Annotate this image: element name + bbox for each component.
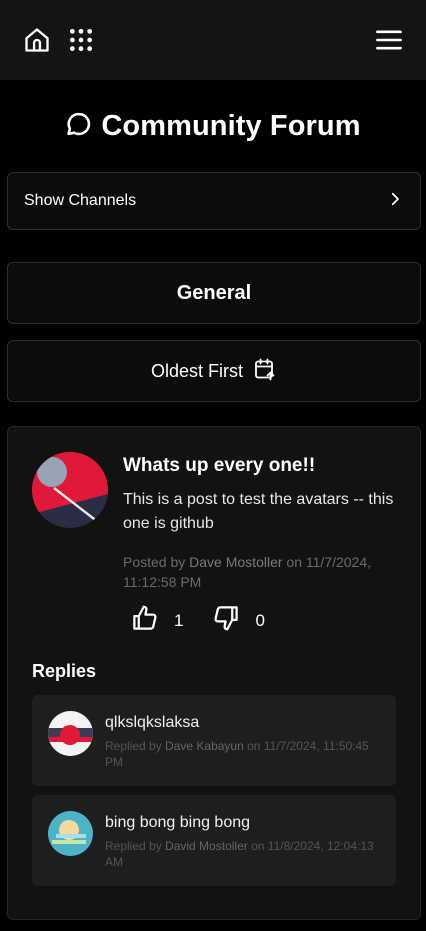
hamburger-menu-icon[interactable] [373,24,405,56]
calendar-arrow-up-icon [253,357,277,386]
channel-name: General [176,281,252,304]
page-title-text: Community Forum [101,109,361,142]
avatar [48,811,93,856]
replied-by-prefix: Replied by [105,839,162,853]
post-card: Whats up every one!! This is a post to t… [7,426,421,920]
vote-controls: 1 0 [130,603,265,638]
chat-bubble-icon [65,110,93,143]
page-title: Community Forum [0,106,426,146]
post-title: Whats up every one!! [123,455,316,476]
reply-body: bing bong bing bong Replied by David Mos… [105,812,385,870]
grid-dots-icon[interactable] [65,24,97,56]
reply-meta: Replied by David Mostoller on 11/8/2024,… [105,838,385,870]
sort-toggle-button[interactable]: Oldest First [7,340,421,402]
thumbs-down-icon [211,603,241,638]
chevron-right-icon [386,190,404,213]
like-count: 1 [174,610,184,630]
reply-body: qlkslqkslaksa Replied by Dave Kabayun on… [105,712,385,770]
posted-by-prefix: Posted by [123,554,186,570]
dislike-count: 0 [255,610,265,630]
reply-author[interactable]: Dave Kabayun [165,739,244,753]
reply-text: qlkslqkslaksa [105,714,200,731]
sort-label: Oldest First [150,360,243,381]
reply-author[interactable]: David Mostoller [165,839,248,853]
reply-item: bing bong bing bong Replied by David Mos… [32,795,396,886]
show-channels-button[interactable]: Show Channels [7,172,421,230]
reply-on-word: on [251,839,265,853]
post-body: Whats up every one!! This is a post to t… [123,453,403,592]
reply-item: qlkslqkslaksa Replied by Dave Kabayun on… [32,695,396,786]
post-author[interactable]: Dave Mostoller [189,554,282,570]
avatar [32,452,108,528]
channel-header: General [7,262,421,324]
reply-meta: Replied by Dave Kabayun on 11/7/2024, 11… [105,738,385,770]
top-bar [0,0,426,80]
thumbs-up-icon [130,603,160,638]
post-on-word: on [286,554,302,570]
like-button[interactable]: 1 [130,603,183,638]
replies-heading: Replies [32,661,97,681]
replied-by-prefix: Replied by [105,739,162,753]
avatar [48,711,93,756]
dislike-button[interactable]: 0 [211,603,265,638]
show-channels-label: Show Channels [24,192,137,209]
post-content: This is a post to test the avatars -- th… [123,491,394,532]
reply-on-word: on [247,739,261,753]
reply-text: bing bong bing bong [105,814,251,831]
post-meta: Posted by Dave Mostoller on 11/7/2024, 1… [123,552,403,592]
home-icon[interactable] [21,24,53,56]
